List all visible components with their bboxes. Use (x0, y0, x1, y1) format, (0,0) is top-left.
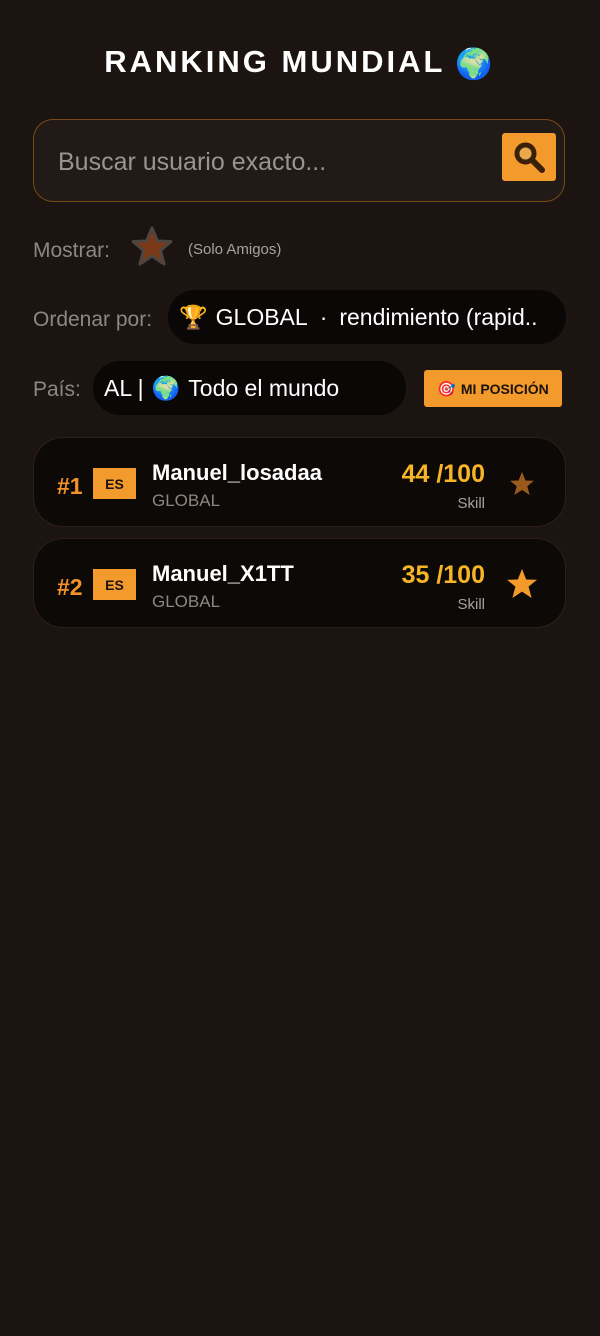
ranking-row[interactable]: #1 ES Manuel_losadaa GLOBAL 44 /100 Skil… (33, 437, 566, 527)
sort-mode: rendimiento (rapid.. (339, 303, 538, 330)
username: Manuel_losadaa (152, 460, 322, 485)
star-icon (507, 569, 537, 598)
page-title: RANKING MUNDIAL 🌍 (0, 44, 600, 82)
username: Manuel_X1TT (152, 561, 294, 586)
trophy-icon: 🏆 (179, 303, 208, 330)
star-icon (131, 226, 173, 266)
skill-score: 35 /100 (401, 561, 485, 589)
search-icon (514, 142, 545, 173)
skill-score: 44 /100 (401, 460, 485, 488)
page-title-text: RANKING MUNDIAL (104, 44, 446, 79)
sort-separator: · (319, 303, 328, 330)
search-input[interactable] (56, 142, 480, 182)
search-button[interactable] (502, 133, 556, 181)
rank-number: #2 (57, 574, 83, 600)
globe-icon: 🌍 (455, 48, 496, 81)
target-icon: 🎯 (437, 380, 456, 398)
search-box (33, 119, 565, 202)
country-selector[interactable]: AL | 🌍 Todo el mundo (93, 361, 406, 415)
friends-only-hint: (Solo Amigos) (188, 241, 282, 258)
sort-selector[interactable]: 🏆 GLOBAL · rendimiento (rapid.. (168, 290, 566, 344)
show-label: Mostrar: (33, 239, 111, 262)
friends-only-toggle[interactable] (131, 226, 173, 266)
my-position-button[interactable]: 🎯 MI POSICIÓN (424, 370, 562, 407)
globe-icon: 🌍 (151, 374, 181, 401)
country-label: País: (33, 378, 81, 401)
star-icon (510, 472, 534, 495)
my-position-label: MI POSICIÓN (460, 380, 549, 397)
favorite-toggle[interactable] (506, 568, 538, 604)
sort-label: Ordenar por: (33, 308, 153, 331)
ranking-row[interactable]: #2 ES Manuel_X1TT GLOBAL 35 /100 Skill (33, 538, 566, 628)
country-code: AL | (104, 374, 144, 401)
country-badge: ES (93, 569, 136, 600)
sort-scope: GLOBAL (215, 303, 308, 330)
user-tag: GLOBAL (152, 491, 221, 510)
skill-label: Skill (457, 495, 485, 512)
rank-number: #1 (57, 473, 83, 499)
skill-label: Skill (457, 596, 485, 613)
favorite-toggle[interactable] (509, 471, 535, 501)
user-tag: GLOBAL (152, 592, 221, 611)
country-badge: ES (93, 468, 136, 499)
country-name: Todo el mundo (188, 374, 340, 401)
